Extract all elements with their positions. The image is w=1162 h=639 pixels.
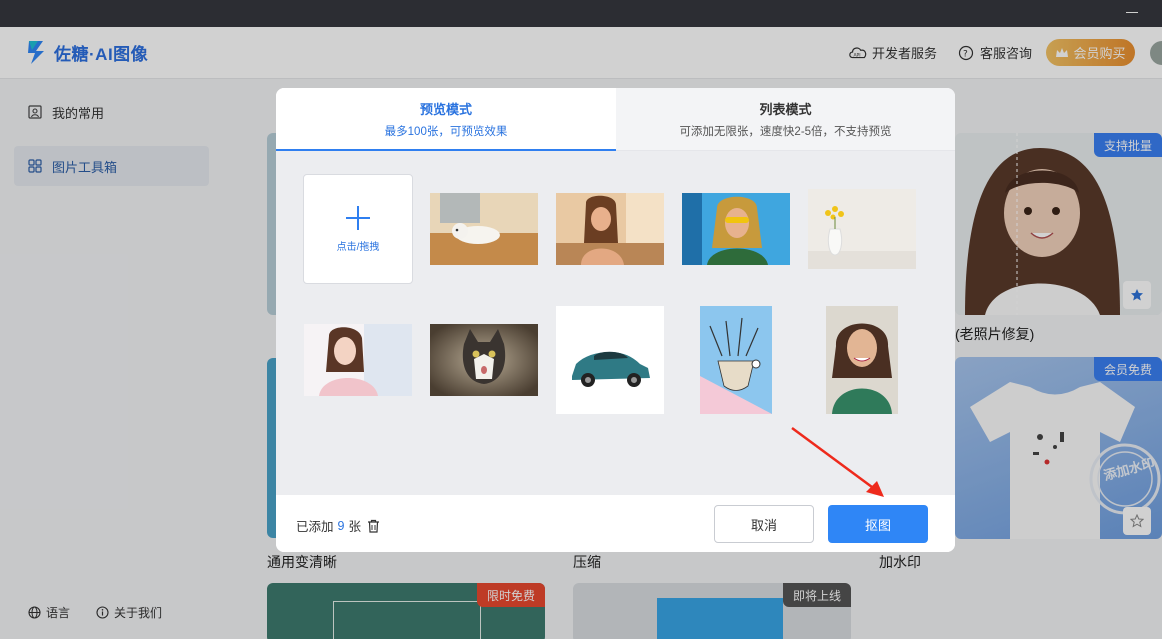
mode-tabs: 预览模式 最多100张，可预览效果 列表模式 可添加无限张，速度快2-5倍，不支… xyxy=(276,88,955,151)
trash-icon[interactable] xyxy=(367,519,380,533)
added-count: 已添加 9 张 xyxy=(296,516,380,535)
plus-icon xyxy=(346,205,370,230)
image-thumbnail-woman-pink[interactable] xyxy=(304,324,412,396)
add-image-button[interactable]: 点击/拖拽 xyxy=(303,174,413,284)
tab-preview-mode[interactable]: 预览模式 最多100张，可预览效果 xyxy=(276,88,616,151)
image-thumbnail-woman-sunglasses[interactable] xyxy=(682,193,790,265)
cutout-button[interactable]: 抠图 xyxy=(828,505,928,543)
annotation-arrow xyxy=(791,426,884,497)
image-thumbnail-cosmetics[interactable] xyxy=(700,306,772,414)
image-thumbnail-cat-surprised[interactable] xyxy=(430,324,538,396)
image-thumbnail-woman-curly[interactable] xyxy=(826,306,898,414)
window-titlebar xyxy=(0,0,1162,27)
image-thumbnail-flower-vase[interactable] xyxy=(808,189,916,269)
image-thumbnail-cat[interactable] xyxy=(430,193,538,265)
minimize-icon[interactable] xyxy=(1126,12,1138,13)
image-thumbnail-car[interactable] xyxy=(556,306,664,414)
cancel-button[interactable]: 取消 xyxy=(714,505,814,543)
image-thumbnail-woman-sunset[interactable] xyxy=(556,193,664,265)
modal-footer: 已添加 9 张 取消 抠图 xyxy=(276,495,955,552)
tab-list-mode[interactable]: 列表模式 可添加无限张，速度快2-5倍，不支持预览 xyxy=(616,88,955,151)
